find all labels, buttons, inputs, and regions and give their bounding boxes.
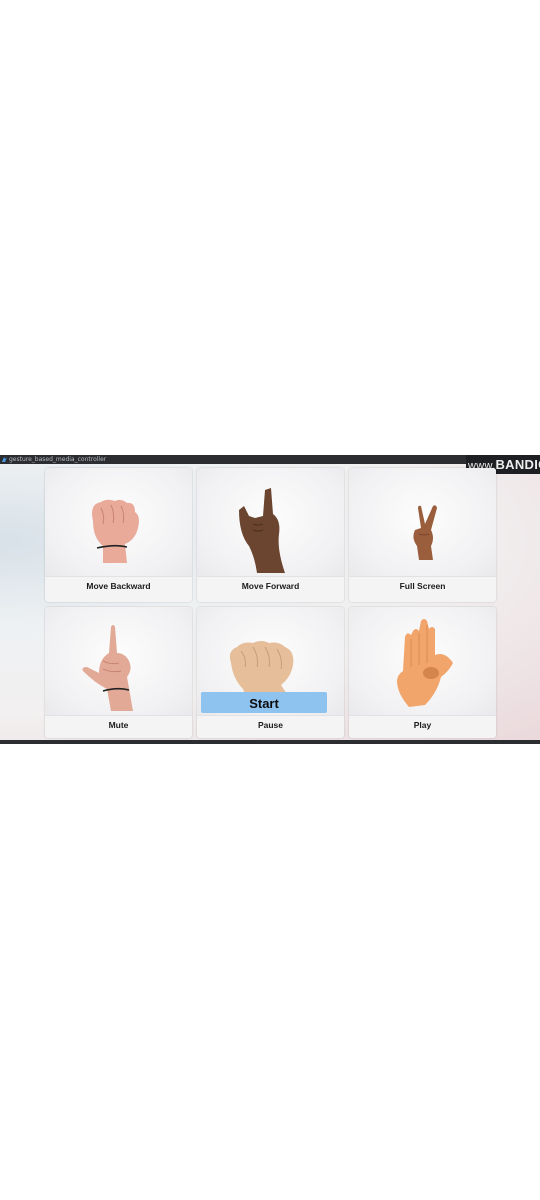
watermark-brand: BANDICAM [495, 457, 540, 472]
gesture-card-mute[interactable]: Mute [45, 607, 192, 738]
gesture-image [349, 468, 496, 577]
gesture-image [349, 607, 496, 716]
gesture-card-full-screen[interactable]: Full Screen [349, 468, 496, 602]
start-button[interactable]: Start [201, 692, 327, 713]
card-divider [45, 576, 192, 577]
gesture-label: Move Backward [86, 581, 151, 591]
gesture-image [197, 468, 344, 577]
app-logo-icon [2, 457, 7, 462]
gesture-card-move-forward[interactable]: Move Forward [197, 468, 344, 602]
window-bottom-bar [0, 740, 540, 744]
card-divider [197, 576, 344, 577]
card-divider [349, 576, 496, 577]
app-window: gesture_based_media_controller www.BANDI… [0, 455, 540, 744]
peace-hand-icon [413, 505, 437, 560]
gesture-card-play[interactable]: Play [349, 607, 496, 738]
card-divider [45, 715, 192, 716]
card-divider [349, 715, 496, 716]
card-divider [197, 715, 344, 716]
gesture-label: Full Screen [399, 581, 446, 591]
title-bar: gesture_based_media_controller [0, 455, 540, 464]
gesture-image [45, 468, 192, 577]
rock-hand-icon [239, 488, 285, 573]
gesture-label: Mute [108, 720, 129, 730]
gesture-card-move-backward[interactable]: Move Backward [45, 468, 192, 602]
ok-hand-icon [397, 619, 453, 707]
gesture-image [45, 607, 192, 716]
fist-hand-icon [92, 499, 139, 563]
window-title: gesture_based_media_controller [9, 456, 107, 463]
pointing-up-hand-icon [82, 625, 133, 711]
gesture-card-pause[interactable]: Pause [197, 607, 344, 738]
gesture-label: Pause [257, 720, 284, 730]
gesture-label: Move Forward [241, 581, 300, 591]
gesture-label: Play [413, 720, 432, 730]
